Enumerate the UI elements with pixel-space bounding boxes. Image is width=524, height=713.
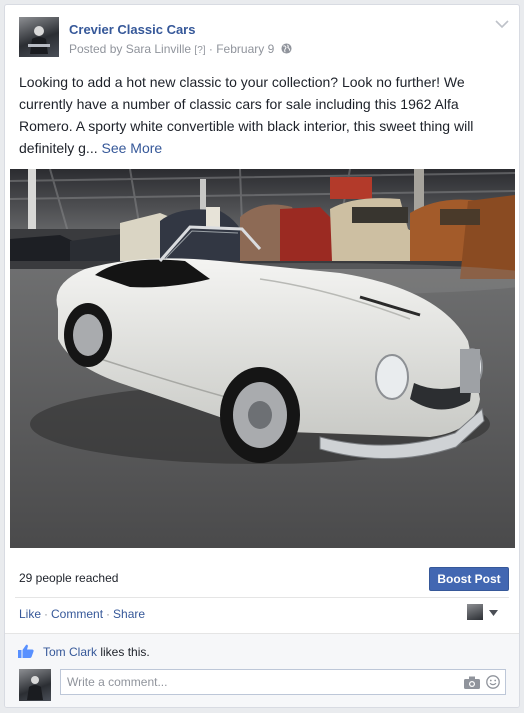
likes-suffix: likes this. bbox=[97, 645, 150, 659]
share-link[interactable]: Share bbox=[113, 607, 145, 621]
smiley-icon[interactable] bbox=[486, 675, 500, 689]
page-name[interactable]: Crevier Classic Cars bbox=[69, 22, 195, 37]
comment-input[interactable] bbox=[60, 669, 506, 695]
likes-summary: Tom Clark likes this. bbox=[43, 645, 150, 659]
help-marker[interactable]: [?] bbox=[194, 45, 205, 56]
action-separator: · bbox=[106, 607, 111, 621]
date-separator: · bbox=[205, 42, 217, 56]
likes-row: Tom Clark likes this. bbox=[5, 633, 519, 668]
reach-count[interactable]: 29 people reached bbox=[19, 571, 118, 585]
comment-link[interactable]: Comment bbox=[51, 607, 103, 621]
post-actions: Like · Comment · Share bbox=[19, 607, 145, 621]
post-header: Crevier Classic Cars Posted by Sara Linv… bbox=[19, 17, 499, 59]
insights-row: 29 people reached Boost Post bbox=[19, 565, 509, 593]
see-more-link[interactable]: See More bbox=[102, 140, 163, 156]
thumbs-up-icon bbox=[18, 644, 34, 658]
camera-icon[interactable] bbox=[464, 676, 480, 689]
meta-prefix: Posted by bbox=[69, 42, 126, 56]
caret-down-icon bbox=[489, 610, 498, 616]
chevron-down-icon[interactable] bbox=[495, 19, 509, 29]
post-card: Crevier Classic Cars Posted by Sara Linv… bbox=[4, 4, 520, 708]
commenter-avatar[interactable] bbox=[19, 669, 51, 701]
post-text: Looking to add a hot new classic to your… bbox=[19, 71, 509, 159]
post-as-selector[interactable] bbox=[467, 604, 505, 622]
person-icon bbox=[28, 26, 50, 54]
divider bbox=[15, 597, 509, 598]
action-separator: · bbox=[44, 607, 49, 621]
viewer-avatar bbox=[467, 604, 483, 620]
car-photo[interactable] bbox=[10, 169, 515, 548]
person-icon bbox=[27, 676, 43, 700]
boost-post-button[interactable]: Boost Post bbox=[429, 567, 509, 591]
post-body: Looking to add a hot new classic to your… bbox=[19, 74, 474, 156]
liker-name[interactable]: Tom Clark bbox=[43, 645, 97, 659]
page-avatar[interactable] bbox=[19, 17, 59, 57]
globe-icon bbox=[281, 43, 292, 54]
author-name[interactable]: Sara Linville bbox=[126, 42, 191, 56]
comment-composer bbox=[5, 667, 519, 707]
post-date[interactable]: February 9 bbox=[216, 42, 274, 56]
like-link[interactable]: Like bbox=[19, 607, 41, 621]
post-meta: Posted by Sara Linville [?] · February 9 bbox=[69, 42, 292, 56]
